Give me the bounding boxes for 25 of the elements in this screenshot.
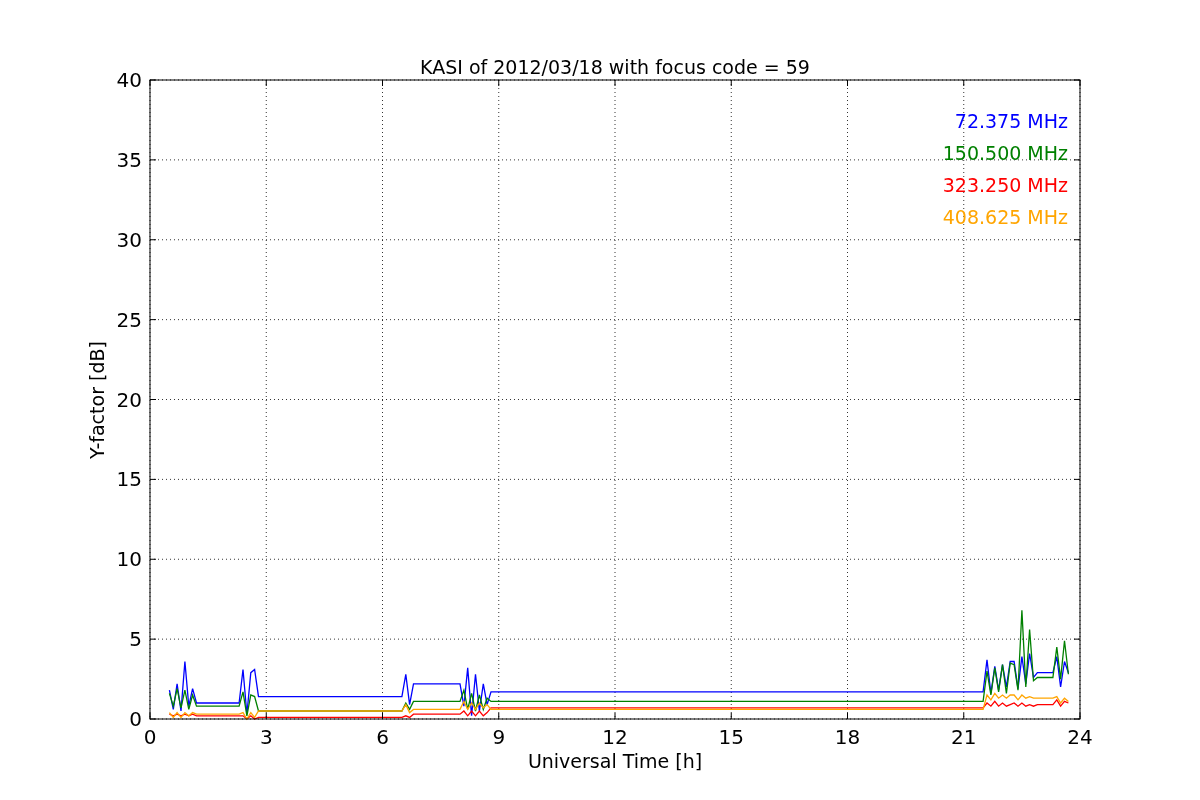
- y-axis-label: Y-factor [dB]: [86, 341, 108, 459]
- x-tick-label: 3: [259, 725, 273, 749]
- x-tick-label: 18: [834, 725, 861, 749]
- x-tick-label: 9: [492, 725, 506, 749]
- x-tick-label: 0: [143, 725, 157, 749]
- legend-label: 150.500 MHz: [942, 142, 1068, 164]
- legend-label: 408.625 MHz: [942, 206, 1068, 228]
- x-tick-label: 6: [376, 725, 389, 749]
- y-tick-label: 0: [129, 707, 142, 731]
- x-axis-label: Universal Time [h]: [527, 750, 703, 772]
- chart-title: KASI of 2012/03/18 with focus code = 59: [420, 56, 810, 78]
- x-tick-label: 21: [951, 725, 977, 749]
- y-tick-label: 10: [116, 547, 142, 572]
- y-tick-label: 25: [116, 307, 142, 332]
- legend-label: 323.250 MHz: [942, 174, 1068, 196]
- y-tick-label: 15: [116, 467, 142, 492]
- x-tick-label: 15: [718, 725, 744, 749]
- y-tick-label: 35: [116, 147, 142, 172]
- legend-label: 72.375 MHz: [954, 110, 1068, 132]
- y-tick-label: 5: [129, 627, 142, 652]
- y-tick-label: 40: [116, 68, 142, 92]
- y-tick-label: 20: [116, 387, 142, 412]
- x-tick-label: 24: [1067, 725, 1093, 749]
- x-tick-label: 12: [602, 725, 628, 749]
- y-tick-label: 30: [116, 227, 142, 252]
